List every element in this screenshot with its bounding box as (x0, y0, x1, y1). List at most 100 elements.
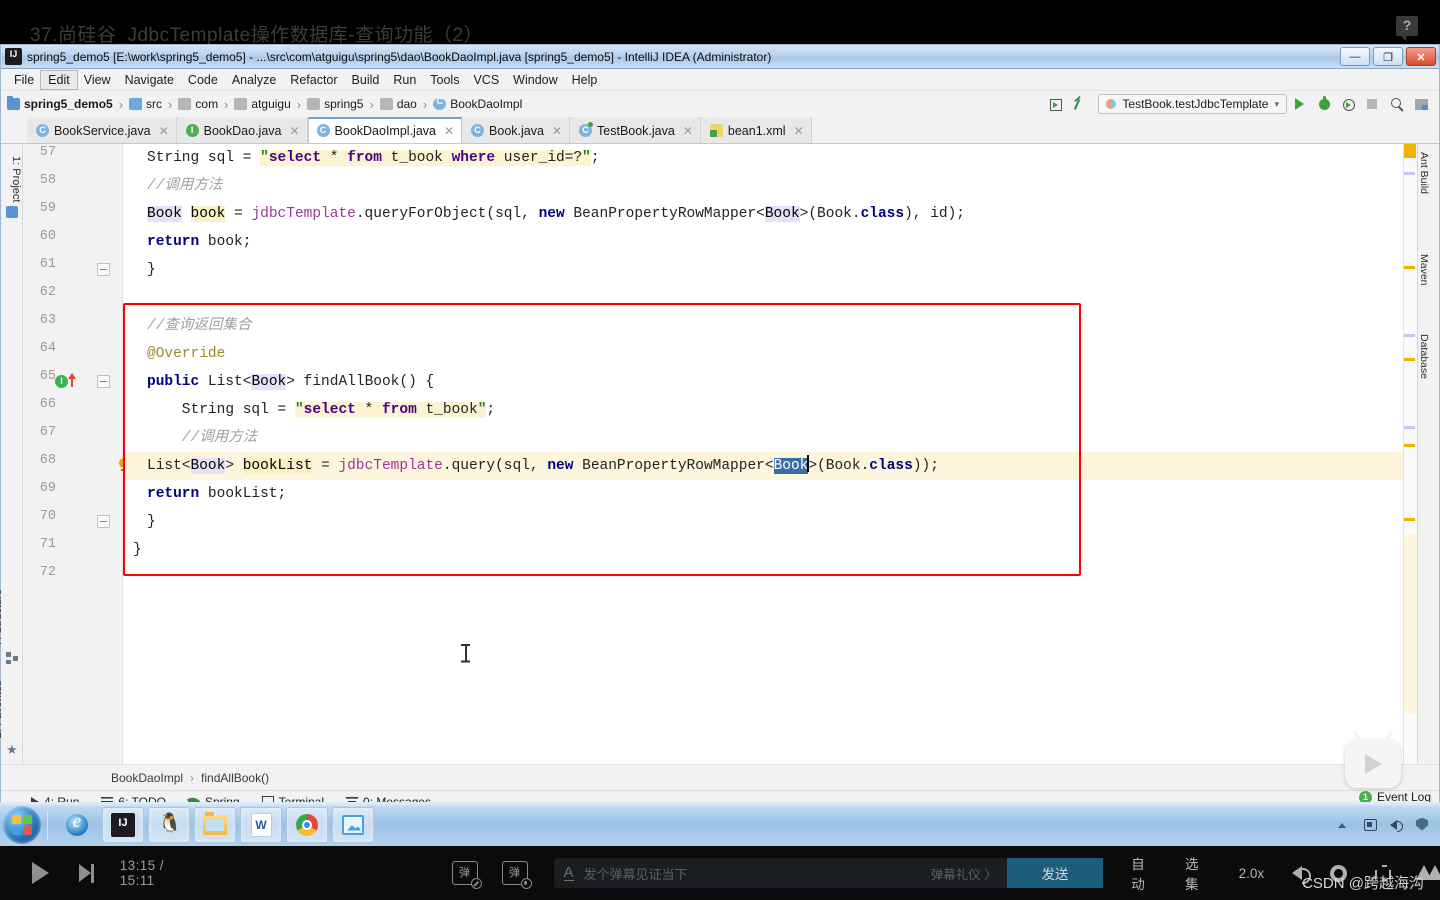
danmaku-etiquette-link[interactable]: 弹幕礼仪 〉 (931, 864, 997, 883)
menu-edit[interactable]: Edit (40, 69, 78, 90)
menu-run[interactable]: Run (386, 71, 423, 89)
open-in-tool-window-icon[interactable] (1050, 96, 1066, 112)
sidebar-item-database[interactable]: Database (1418, 334, 1430, 379)
tab-testbook-java[interactable]: TestBook.java ✕ (570, 117, 701, 143)
menu-navigate[interactable]: Navigate (118, 71, 181, 89)
stop-button[interactable] (1367, 96, 1383, 112)
breadcrumb-class[interactable]: BookDaoImpl (111, 771, 183, 785)
next-episode-button[interactable] (79, 863, 94, 883)
system-tray (1338, 817, 1430, 832)
sidebar-item-project[interactable]: 1: Project (10, 156, 22, 202)
send-danmaku-button[interactable]: 发送 (1006, 858, 1104, 888)
tab-bean1-xml[interactable]: bean1.xml ✕ (700, 117, 812, 143)
minimize-button[interactable]: — (1340, 47, 1370, 66)
code-line-70: } (147, 514, 156, 530)
line-number: 59 (39, 201, 56, 216)
mouse-text-cursor (461, 644, 470, 662)
search-everywhere-icon[interactable] (1391, 96, 1407, 112)
action-center-tray-icon[interactable] (1416, 817, 1430, 832)
close-button[interactable]: ✕ (1406, 47, 1436, 66)
sidebar-item-favorites[interactable]: 2: Favorites (0, 681, 4, 738)
close-icon[interactable]: ✕ (159, 124, 169, 138)
usage-stripe-marker (1404, 334, 1415, 337)
navigation-bar: spring5_demo5 src com atguigu spring5 da… (1, 91, 1439, 117)
taskbar-divider (47, 809, 48, 840)
run-with-coverage-button[interactable] (1343, 96, 1359, 112)
menu-code[interactable]: Code (181, 71, 225, 89)
editor-scrollbar-thumb[interactable] (1404, 534, 1417, 714)
danmaku-off-icon[interactable]: 弹 (451, 861, 482, 889)
taskbar-internet-explorer[interactable] (56, 807, 98, 843)
code-fold-marker[interactable] (97, 375, 110, 388)
update-project-icon[interactable] (1074, 96, 1090, 112)
run-config-icon (1106, 99, 1117, 109)
tab-bookservice-java[interactable]: BookService.java ✕ (27, 117, 177, 143)
close-icon[interactable]: ✕ (552, 124, 562, 138)
breadcrumb-atguigu[interactable]: atguigu (218, 97, 291, 112)
episode-selector[interactable]: 选集 (1185, 853, 1211, 893)
menu-tools[interactable]: Tools (423, 71, 466, 89)
video-play-overlay-button[interactable] (1345, 740, 1401, 788)
volume-icon[interactable] (1292, 866, 1312, 884)
code-editor[interactable]: String sql = "select * from t_book where… (123, 144, 1417, 764)
code-line-58: //调用方法 (147, 178, 223, 194)
play-button[interactable] (32, 862, 49, 884)
taskbar-qq[interactable] (148, 806, 190, 843)
danmaku-input[interactable]: A 发个弹幕见证当下 弹幕礼仪 〉 (553, 858, 1007, 888)
menu-view[interactable]: View (77, 71, 118, 89)
sidebar-item-maven[interactable]: Maven (1418, 254, 1430, 286)
editor-marker-column[interactable] (1403, 144, 1417, 764)
playback-speed-selector[interactable]: 2.0x (1239, 866, 1265, 881)
taskbar-intellij-idea[interactable] (102, 806, 144, 843)
window-title-bar: spring5_demo5 [E:\work\spring5_demo5] - … (1, 45, 1439, 69)
tab-book-java[interactable]: Book.java ✕ (462, 117, 571, 143)
breadcrumb-bookdaoimpl[interactable]: BookDaoImpl (417, 96, 522, 112)
taskbar-file-explorer[interactable] (194, 806, 236, 843)
code-fold-marker[interactable] (97, 515, 110, 528)
breadcrumb-spring5[interactable]: spring5 (291, 97, 363, 112)
video-timecode: 13:15 / 15:11 (120, 858, 202, 888)
sidebar-item-structure[interactable]: 7: Structure (0, 589, 4, 646)
tab-label: TestBook.java (597, 123, 675, 138)
layout-icon[interactable] (1415, 96, 1431, 112)
implements-method-icon[interactable] (55, 374, 68, 388)
line-number: 72 (39, 565, 56, 580)
volume-tray-icon[interactable] (1390, 818, 1404, 832)
taskbar-photo-viewer[interactable] (332, 806, 374, 843)
breadcrumb-dao[interactable]: dao (363, 97, 417, 112)
close-icon[interactable]: ✕ (794, 124, 804, 138)
network-tray-icon[interactable] (1364, 818, 1378, 832)
menu-help[interactable]: Help (565, 71, 605, 89)
close-icon[interactable]: ✕ (289, 124, 299, 138)
breadcrumb-method[interactable]: findAllBook() (201, 771, 269, 785)
menu-build[interactable]: Build (345, 71, 387, 89)
debug-button[interactable] (1319, 96, 1335, 112)
breadcrumb-project[interactable]: spring5_demo5 (7, 96, 113, 111)
font-style-icon[interactable]: A (563, 865, 574, 881)
maximize-button[interactable]: ❐ (1373, 47, 1403, 66)
run-button[interactable] (1295, 96, 1311, 112)
run-configuration-selector[interactable]: TestBook.testJdbcTemplate ▾ (1098, 94, 1287, 114)
tab-bookdaoimpl-java[interactable]: BookDaoImpl.java ✕ (307, 117, 463, 143)
menu-analyze[interactable]: Analyze (225, 71, 283, 89)
menu-file[interactable]: File (7, 71, 41, 89)
taskbar-word[interactable] (240, 806, 282, 843)
help-icon[interactable]: ? (1396, 16, 1418, 41)
close-icon[interactable]: ✕ (444, 124, 454, 138)
menu-window[interactable]: Window (506, 71, 564, 89)
breadcrumb-com[interactable]: com (162, 97, 218, 112)
show-hidden-icons-button[interactable] (1338, 818, 1352, 832)
sidebar-item-ant-build[interactable]: Ant Build (1418, 152, 1430, 194)
menu-vcs[interactable]: VCS (466, 71, 506, 89)
editor-gutter[interactable]: 57 58 59 60 61 62 63 64 65 66 67 68 69 7… (23, 144, 129, 764)
code-fold-marker[interactable] (97, 263, 110, 276)
quality-selector[interactable]: 自动 (1131, 853, 1157, 893)
close-icon[interactable]: ✕ (683, 124, 693, 138)
taskbar-chrome[interactable] (286, 806, 328, 843)
tab-bookdao-java[interactable]: BookDao.java ✕ (176, 117, 308, 143)
start-orb-icon[interactable] (3, 805, 41, 844)
danmaku-settings-icon[interactable]: 弹 (501, 861, 532, 889)
menu-refactor[interactable]: Refactor (283, 71, 344, 89)
breadcrumb-src[interactable]: src (113, 97, 162, 112)
windows-taskbar (0, 802, 1440, 846)
